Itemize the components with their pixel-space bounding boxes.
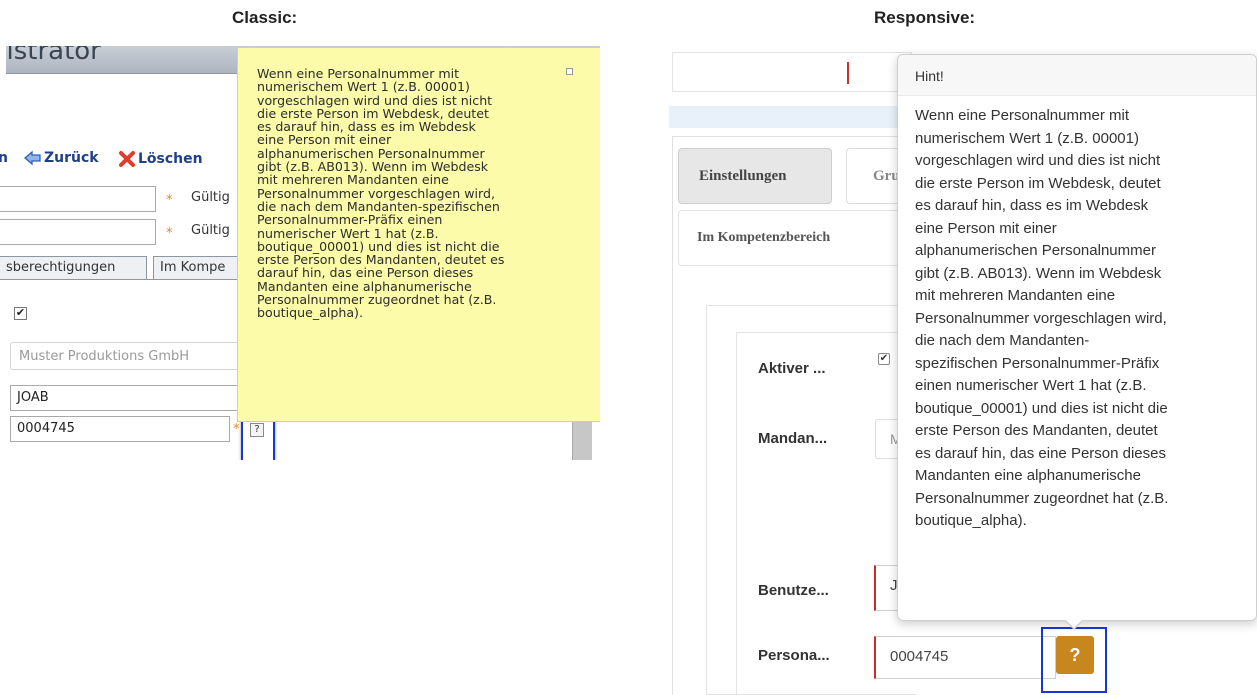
responsive-panel: Einstellungen Gru Im Kompetenzbereich Ak… [669,40,1257,695]
text-line: die nach dem Mandanten- [915,332,1090,349]
tab-settings[interactable]: Einstellungen [678,148,832,204]
delete-button[interactable]: Löschen [118,150,203,168]
back-button[interactable]: Zurück [24,150,99,166]
text-line: Mandanten eine alphanumerische [257,278,472,294]
popover-text: Wenn eine Personalnummer mit numerischem … [898,96,1256,533]
text-line: numerischem Wert 1 (z.B. 00001) [257,79,470,95]
text-line: die erste Person im Webdesk, deutet [915,174,1161,192]
text-line: spezifischen Personalnummer-Präfix [915,354,1160,372]
active-checkbox[interactable]: ✔ [878,353,890,365]
personnel-number-input[interactable]: 0004745 [874,636,1056,679]
top-input[interactable] [672,52,912,92]
active-checkbox[interactable]: ✔ [14,307,27,320]
text-line: Personalnummer vorgeschlagen wird, [257,185,495,201]
text-line: Personalnummer zugeordnet hat (z.B. [915,489,1169,507]
popover-arrow [1064,619,1084,630]
personnel-number-input[interactable]: 0004745 [10,416,230,442]
text-line: gibt (z.B. AB013). Wenn im Webdesk [915,264,1162,282]
responsive-heading: Responsive: [874,8,976,27]
text-line: alphanumerischen Personalnummer [257,145,485,161]
tooltip-text: Wenn eine Personalnummer mit numerischem … [257,67,591,320]
valid-from-input[interactable] [0,186,156,212]
text-line: gibt (z.B. AB013). Wenn im Webdesk [257,159,489,175]
classic-heading: Classic: [232,8,298,27]
username-input[interactable]: JOAB [10,385,240,411]
client-select[interactable]: Muster Produktions GmbH [10,342,240,370]
text-line: vorgeschlagen wird und dies ist nicht [257,92,493,108]
required-mark: * [166,226,173,241]
text-line: Wenn eine Personalnummer mit [915,107,1129,124]
back-label: Zurück [44,150,99,166]
delete-x-icon [119,151,135,167]
client-label: Mandan... [758,430,828,447]
text-line: boutique_00001) und dies ist nicht die [257,238,500,254]
hint-popover: Hint! Wenn eine Personalnummer mit numeri… [897,54,1257,630]
text-line: eine Person mit einer [257,132,392,148]
delete-label: Löschen [138,151,203,167]
info-band [669,106,909,128]
text-line: die erste Person im Webdesk, deutet [257,105,489,121]
text-line: Mandanten eine alphanumerische [915,467,1141,484]
valid-to-label: Gültig [191,223,230,238]
tab-authorizations[interactable]: sberechtigungen [0,256,147,280]
personnel-label: Persona... [758,647,830,664]
text-line: Personalnummer zugeordnet hat (z.B. [257,292,497,308]
text-line: eine Person mit einer [915,219,1057,237]
help-highlight-box [1041,627,1107,693]
help-highlight-box [241,417,275,460]
text-line: es darauf hin, dass es im Webdesk [257,119,476,135]
valid-to-input[interactable] [0,219,156,245]
popover-title: Hint! [898,55,1256,96]
text-line: numerischer Wert 1 hat (z.B. [257,225,439,241]
valid-from-label: Gültig [191,190,230,205]
text-line: die nach dem Mandanten-spezifischen [257,198,500,214]
active-label: Aktiver ... [758,360,826,377]
toolbar-item-fragment[interactable]: n [0,150,8,166]
text-line: Wenn eine Personalnummer mit [257,66,460,81]
text-line: Personalnummer vorgeschlagen wird, [915,309,1167,327]
text-line: boutique_alpha). [257,305,363,321]
text-line: einen numerischer Wert 1 hat (z.B. [915,377,1147,394]
window-title: nistrator [6,46,101,66]
text-line: es darauf hin, das eine Person dieses [915,444,1166,462]
required-mark: * [166,193,173,208]
username-label: Benutze... [758,582,829,599]
required-mark: * [233,422,240,437]
text-line: boutique_alpha). [915,512,1027,529]
text-line: darauf hin, das eine Person dieses [257,265,474,281]
text-line: numerischem Wert 1 (z.B. 00001) [915,129,1139,147]
text-line: Personalnummer-Präfix einen [257,212,443,228]
text-line: mit mehreren Mandanten eine [915,287,1116,304]
required-indicator [847,62,849,84]
text-line: boutique_00001) und dies ist nicht die [915,399,1168,417]
text-line: erste Person des Mandanten, deutet es [257,252,505,268]
text-line: mit mehreren Mandanten eine [257,172,449,188]
tooltip-close-icon[interactable] [566,68,573,75]
text-line: erste Person des Mandanten, deutet [915,422,1158,439]
text-line: es darauf hin, dass es im Webdesk [915,197,1149,214]
text-line: vorgeschlagen wird und dies ist nicht [915,152,1161,169]
help-tooltip: Wenn eine Personalnummer mit numerischem … [237,47,600,422]
classic-panel: nistrator n Zurück Löschen * Gültig * Gü… [0,40,600,460]
tab-competence[interactable]: Im Kompe [153,256,243,280]
text-line: alphanumerischen Personalnummer [915,242,1156,259]
tab-competence[interactable]: Im Kompetenzbereich [678,210,918,266]
back-arrow-icon [24,150,41,166]
